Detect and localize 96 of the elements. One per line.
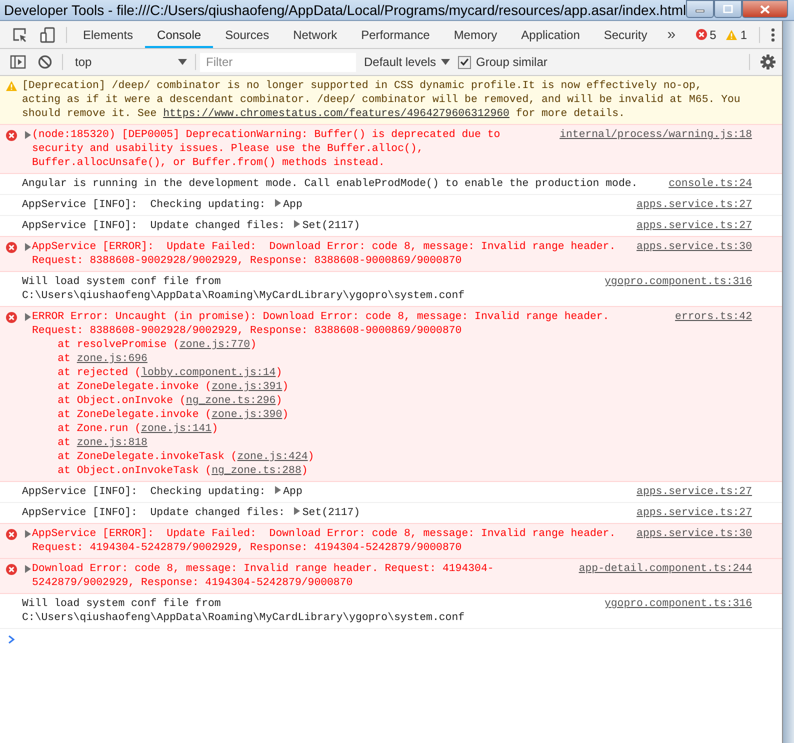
source-link[interactable]: apps.service.ts:30 [636, 528, 752, 540]
stack-line: at ZoneDelegate.invoke (zone.js:390) [56, 408, 290, 422]
expand-icon[interactable] [275, 486, 282, 494]
source-link[interactable]: ygopro.component.ts:316 [604, 598, 752, 610]
more-tabs-button[interactable]: » [659, 26, 684, 43]
error-icon [6, 564, 16, 575]
stack-link[interactable]: zone.js:770 [180, 339, 250, 351]
object-preview[interactable]: App [283, 486, 302, 498]
tab[interactable]: Memory [442, 21, 510, 48]
warning-count[interactable]: 1 [724, 28, 749, 42]
expand-icon[interactable] [25, 131, 31, 139]
stack-line: at Zone.run (zone.js:141) [56, 422, 220, 436]
message-text: Angular is running in the development mode. Call enableProdMode() to enable the production mode. [22, 178, 638, 190]
stack-link[interactable]: ng_zone.ts:296 [186, 395, 276, 407]
error-icon [6, 312, 16, 323]
stack-line: at ZoneDelegate.invoke (zone.js:391) [56, 380, 290, 394]
stack-link[interactable]: zone.js:391 [212, 381, 282, 393]
warning-icon [726, 30, 738, 40]
warning-icon [6, 81, 16, 91]
message-text: Will load system conf file from C:\Users\qiushaofeng\AppData\Roaming\MyCardLibrary\ygopro\system.conf [22, 276, 465, 302]
stack-link[interactable]: zone.js:424 [237, 451, 308, 463]
expand-icon[interactable] [25, 243, 31, 251]
expand-icon[interactable] [275, 199, 282, 207]
stack-link[interactable]: zone.js:696 [76, 353, 148, 365]
clear-icon[interactable] [38, 55, 52, 69]
message-text: Will load system conf file from C:\Users\qiushaofeng\AppData\Roaming\MyCardLibrary\ygopro\system.conf [22, 598, 465, 624]
window-title: Developer Tools - file:///C:/Users/qiushaofeng/AppData/Local/Programs/mycard/resources/app.asar/index.html [3, 2, 686, 18]
object-preview[interactable]: Set(2117) [302, 507, 360, 519]
message-text: Download Error: code 8, message: Invalid range header. Request: 4194304-5242879/9002929, Response: 4194304-5242879/9000870 [32, 563, 494, 589]
source-link[interactable]: apps.service.ts:27 [636, 199, 752, 211]
error-icon [696, 29, 707, 40]
sidebar-toggle-icon[interactable] [10, 55, 26, 69]
message-text: AppService [INFO]: Checking updating: [22, 486, 267, 498]
maximize-icon [723, 5, 734, 13]
device-icon[interactable] [40, 26, 56, 42]
message-text: AppService [INFO]: Update changed files: [22, 220, 286, 232]
filter-field[interactable]: Filter [200, 52, 356, 72]
expand-icon[interactable] [294, 220, 300, 228]
menu-icon[interactable] [770, 26, 776, 42]
tab[interactable]: Elements [71, 21, 146, 48]
close-icon [760, 4, 770, 14]
maximize-button[interactable] [714, 0, 742, 18]
error-count[interactable]: 5 [694, 28, 718, 42]
caret-icon [178, 59, 187, 65]
expand-icon[interactable] [25, 313, 31, 321]
object-preview[interactable]: App [283, 199, 302, 211]
stack-line: at ZoneDelegate.invokeTask (zone.js:424) [56, 450, 316, 464]
stack-line: at Object.onInvokeTask (ng_zone.ts:288) [56, 464, 309, 478]
message-text: [Deprecation] /deep/ combinator is no longer supported in CSS dynamic profile.It is now effectively no-op, acting as if it were a descendant combinator. /deep/ combinator will be removed, and will be invalid at M65. You should remove it. See https://www.chromestatus.com/features/4964279606312960 for more details. [22, 80, 742, 120]
error-icon [6, 529, 16, 540]
source-link[interactable]: errors.ts:42 [675, 311, 752, 323]
source-link[interactable]: internal/process/warning.js:18 [560, 129, 752, 141]
url-link[interactable]: https://www.chromestatus.com/features/4964279606312960 [163, 108, 510, 120]
message-text: (node:185320) [DEP0005] DeprecationWarning: Buffer() is deprecated due to security and usability issues. Please use the Buffer.alloc(), Buffer.allocUnsafe(), or Buffer.from() methods instead. [32, 129, 502, 169]
stack-line: at zone.js:818 [56, 436, 148, 450]
error-icon [6, 130, 16, 141]
source-link[interactable]: apps.service.ts:30 [636, 241, 752, 253]
expand-icon[interactable] [294, 507, 300, 515]
message-text: AppService [ERROR]: Update Failed: Download Error: code 8, message: Invalid range header. Request: 8388608-9002928/9002929, Response: 8388608-9000869/9000870 [32, 241, 617, 267]
error-icon [6, 242, 16, 253]
stack-line: at zone.js:696 [56, 352, 148, 366]
caret-icon [441, 59, 450, 65]
tab[interactable]: Network [281, 21, 350, 48]
minimize-button[interactable] [686, 0, 714, 18]
tab[interactable]: Application [509, 21, 592, 48]
close-button[interactable] [742, 0, 788, 18]
stack-link[interactable]: zone.js:390 [212, 409, 282, 421]
prompt-icon[interactable] [8, 635, 15, 644]
message-text: AppService [INFO]: Checking updating: [22, 199, 267, 211]
stack-link[interactable]: zone.js:818 [76, 437, 148, 449]
settings-icon[interactable] [760, 54, 776, 70]
stack-line: at resolvePromise (zone.js:770) [56, 338, 258, 352]
source-link[interactable]: apps.service.ts:27 [636, 507, 752, 519]
tab[interactable]: Sources [213, 21, 282, 48]
tab[interactable]: Performance [349, 21, 442, 48]
source-link[interactable]: ygopro.component.ts:316 [604, 276, 752, 288]
checkbox-label: Group similar [476, 55, 548, 69]
expand-icon[interactable] [25, 530, 31, 538]
tab[interactable]: Security [592, 21, 660, 48]
expand-icon[interactable] [25, 565, 31, 573]
stack-line: at Object.onInvoke (ng_zone.ts:296) [56, 394, 284, 408]
stack-link[interactable]: zone.js:141 [141, 423, 212, 435]
object-preview[interactable]: Set(2117) [302, 220, 360, 232]
message-text: AppService [ERROR]: Update Failed: Download Error: code 8, message: Invalid range header. Request: 4194304-5242879/9002929, Response: 4194304-5242879/9000870 [32, 528, 617, 554]
checkbox[interactable] [458, 56, 472, 68]
source-link[interactable]: apps.service.ts:27 [636, 486, 752, 498]
source-link[interactable]: app-detail.component.ts:244 [578, 563, 752, 575]
context-select[interactable]: top [67, 55, 191, 69]
stack-link[interactable]: ng_zone.ts:288 [212, 465, 302, 477]
source-link[interactable]: apps.service.ts:27 [636, 220, 752, 232]
source-link[interactable]: console.ts:24 [668, 178, 752, 190]
stack-link[interactable]: lobby.component.js:14 [141, 367, 276, 379]
inspect-icon[interactable] [12, 26, 28, 42]
levels-dropdown[interactable]: Default levels [362, 55, 458, 69]
stack-line: at rejected (lobby.component.js:14) [56, 366, 284, 380]
message-text: AppService [INFO]: Update changed files: [22, 507, 286, 519]
